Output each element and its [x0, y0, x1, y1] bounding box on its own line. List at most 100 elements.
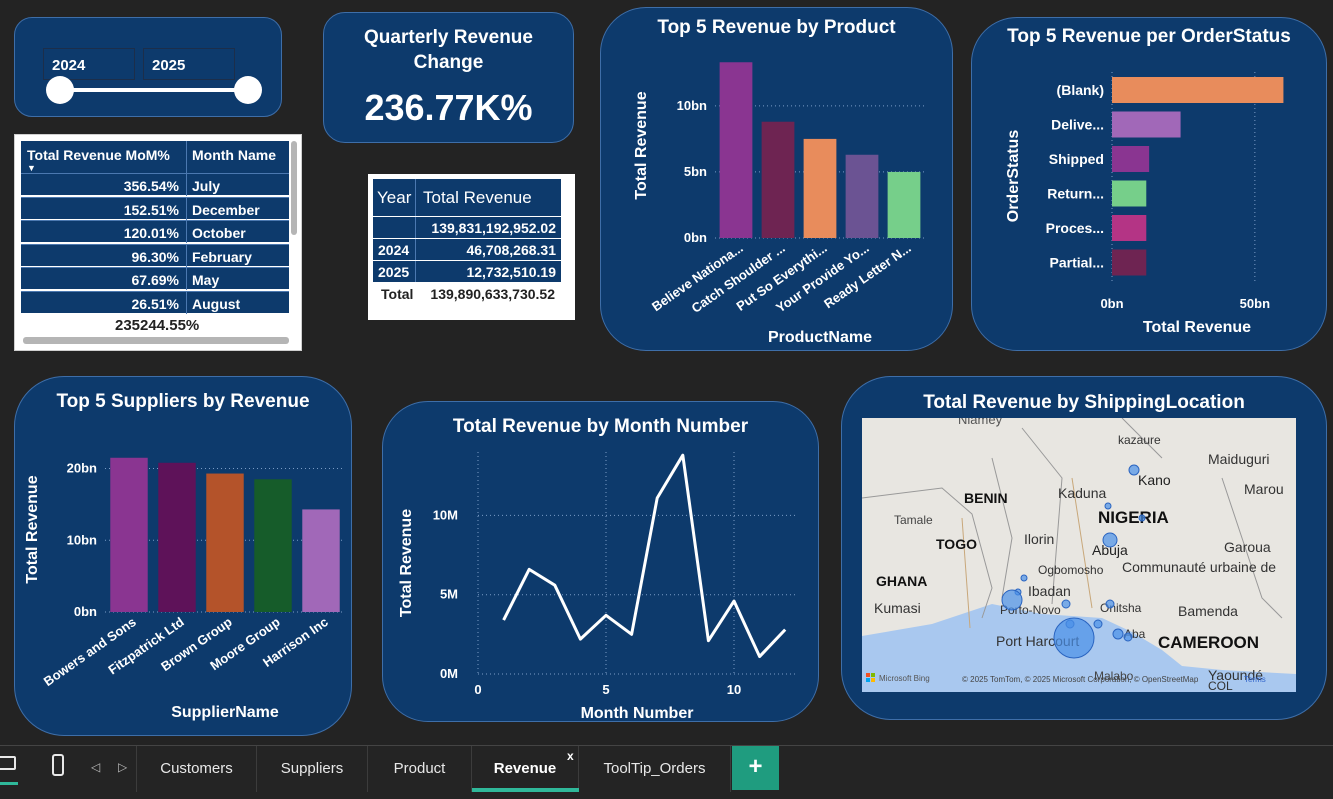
bar [1112, 215, 1147, 241]
x-tick-label: 50bn [1240, 296, 1270, 311]
bar [1112, 111, 1181, 138]
y-tick-label: 10M [433, 507, 458, 522]
mom-month-cell: October [192, 225, 246, 241]
y-axis-title: Total Revenue [24, 475, 41, 583]
bar [302, 509, 340, 612]
map-bubble [1102, 532, 1118, 548]
y-tick-label: Partial... [1050, 255, 1104, 271]
mom-month-cell: August [192, 295, 241, 312]
map-bubble [1123, 632, 1133, 642]
map-label-togo: TOGO [936, 536, 977, 552]
table-row[interactable]: 2025 12,732,510.19 [373, 261, 561, 282]
map-bubble [1020, 574, 1028, 582]
month-revenue-chart: 0M 5M 10M 0 5 10 Month Number Total Revenue [398, 452, 798, 722]
map-bubble [1105, 599, 1115, 609]
x-axis-title: Month Number [581, 705, 694, 722]
mom-pct-cell: 120.01% [123, 225, 179, 241]
mobile-view-icon[interactable] [52, 754, 64, 776]
slicer-end-handle[interactable] [234, 76, 262, 104]
tab-close-icon[interactable]: x [567, 749, 574, 763]
bar [206, 473, 244, 612]
shipping-location-map-card: Total Revenue by ShippingLocation Niamey… [841, 376, 1327, 720]
bar [254, 479, 292, 612]
sort-desc-icon: ▼ [27, 163, 36, 173]
table-row[interactable]: 96.30% February [21, 243, 289, 267]
report-canvas: 2024 2025 Quarterly Revenue Change 236.7… [3, 3, 1333, 745]
map-label-maiduguri: Maiduguri [1208, 451, 1269, 467]
y-tick-label: 0bn [684, 230, 707, 245]
table-row[interactable]: 120.01% October [21, 220, 289, 243]
map-terms: Terms [1244, 675, 1266, 684]
y-tick-label: 5M [440, 587, 458, 602]
cell-divider [186, 291, 187, 314]
orderstatus-revenue-chart-card: Top 5 Revenue per OrderStatus 0bn 50bn (Bl… [971, 17, 1327, 351]
table-row[interactable]: 67.69% May [21, 267, 289, 290]
table-row[interactable]: 356.54% July [21, 173, 289, 196]
slicer-track[interactable] [60, 88, 248, 92]
year-table-header: Year Total Revenue [373, 179, 561, 216]
map-label-niamey: Niamey [958, 418, 1003, 427]
desktop-view-active-underline [0, 782, 18, 785]
x-tick-label: 10 [727, 682, 741, 697]
map-label-ghana: GHANA [876, 573, 927, 589]
mom-header-month-label[interactable]: Month Name [192, 147, 276, 163]
bar [1112, 77, 1284, 103]
map-label-kumasi: Kumasi [874, 600, 921, 616]
table-row[interactable]: 26.51% August [21, 290, 289, 314]
year-slicer-card: 2024 2025 [14, 17, 282, 117]
year-revenue-cell: 139,831,192,952.02 [431, 220, 556, 236]
map-bubble [1001, 589, 1023, 611]
line-series [502, 453, 787, 659]
map-bubble [1128, 464, 1140, 476]
year-cell: 2024 [378, 242, 410, 258]
mom-month-cell: May [192, 272, 220, 288]
table-row[interactable]: 2024 46,708,268.31 [373, 239, 561, 260]
tab-customers[interactable]: Customers [136, 746, 257, 792]
add-page-button[interactable]: + [732, 746, 779, 790]
cell-divider [415, 217, 416, 238]
y-tick-label: Proces... [1046, 220, 1104, 236]
tab-product[interactable]: Product [368, 746, 472, 792]
map-label-ogbomosho: Ogbomosho [1038, 563, 1104, 577]
mom-pct-cell: 152.51% [123, 201, 179, 218]
year-header-year[interactable]: Year [377, 188, 411, 208]
desktop-view-icon[interactable] [0, 756, 16, 770]
cell-divider [186, 221, 187, 243]
next-page-icon[interactable]: ▷ [118, 760, 127, 774]
table-row[interactable]: 152.51% December [21, 196, 289, 220]
bar [761, 121, 795, 238]
shipping-location-map[interactable]: Niamey kazaure Kano Maiduguri Marou Kadu… [862, 418, 1296, 692]
kpi-title-line1: Quarterly Revenue [364, 27, 533, 48]
map-bubble [1053, 617, 1095, 659]
x-axis-title: Total Revenue [1143, 319, 1251, 336]
table-row[interactable]: 139,831,192,952.02 [373, 217, 561, 238]
kpi-title-line2: Change [413, 52, 484, 73]
map-label-kazaure: kazaure [1118, 433, 1161, 447]
tab-suppliers[interactable]: Suppliers [257, 746, 368, 792]
cell-divider [415, 239, 416, 260]
y-axis-title: Total Revenue [633, 91, 650, 199]
bar [845, 154, 879, 238]
bar [1112, 249, 1147, 276]
mom-vertical-scrollbar[interactable] [291, 141, 297, 235]
x-axis-title: SupplierName [171, 704, 279, 721]
year-header-revenue[interactable]: Total Revenue [423, 188, 532, 208]
map-label-ilorin: Ilorin [1024, 531, 1054, 547]
cell-divider [186, 197, 187, 220]
y-tick-label: Delive... [1051, 117, 1104, 133]
slicer-end-year[interactable]: 2025 [143, 48, 235, 80]
mom-horizontal-scrollbar[interactable] [23, 337, 289, 344]
y-tick-label: Shipped [1049, 151, 1104, 167]
y-tick-label: 10bn [677, 98, 707, 113]
mom-header-pct[interactable]: Total Revenue MoM% [27, 147, 170, 163]
slicer-start-handle[interactable] [46, 76, 74, 104]
map-label-kaduna: Kaduna [1058, 485, 1106, 501]
tab-revenue[interactable]: Revenue [472, 746, 579, 792]
prev-page-icon[interactable]: ◁ [91, 760, 100, 774]
map-bubble [1112, 628, 1124, 640]
map-label-communaute: Communauté urbaine de [1122, 559, 1276, 575]
map-label-kano: Kano [1138, 472, 1171, 488]
tab-tooltip-orders[interactable]: ToolTip_Orders [579, 746, 731, 792]
mom-month-cell: July [192, 178, 221, 194]
y-tick-label: 10bn [67, 532, 97, 547]
